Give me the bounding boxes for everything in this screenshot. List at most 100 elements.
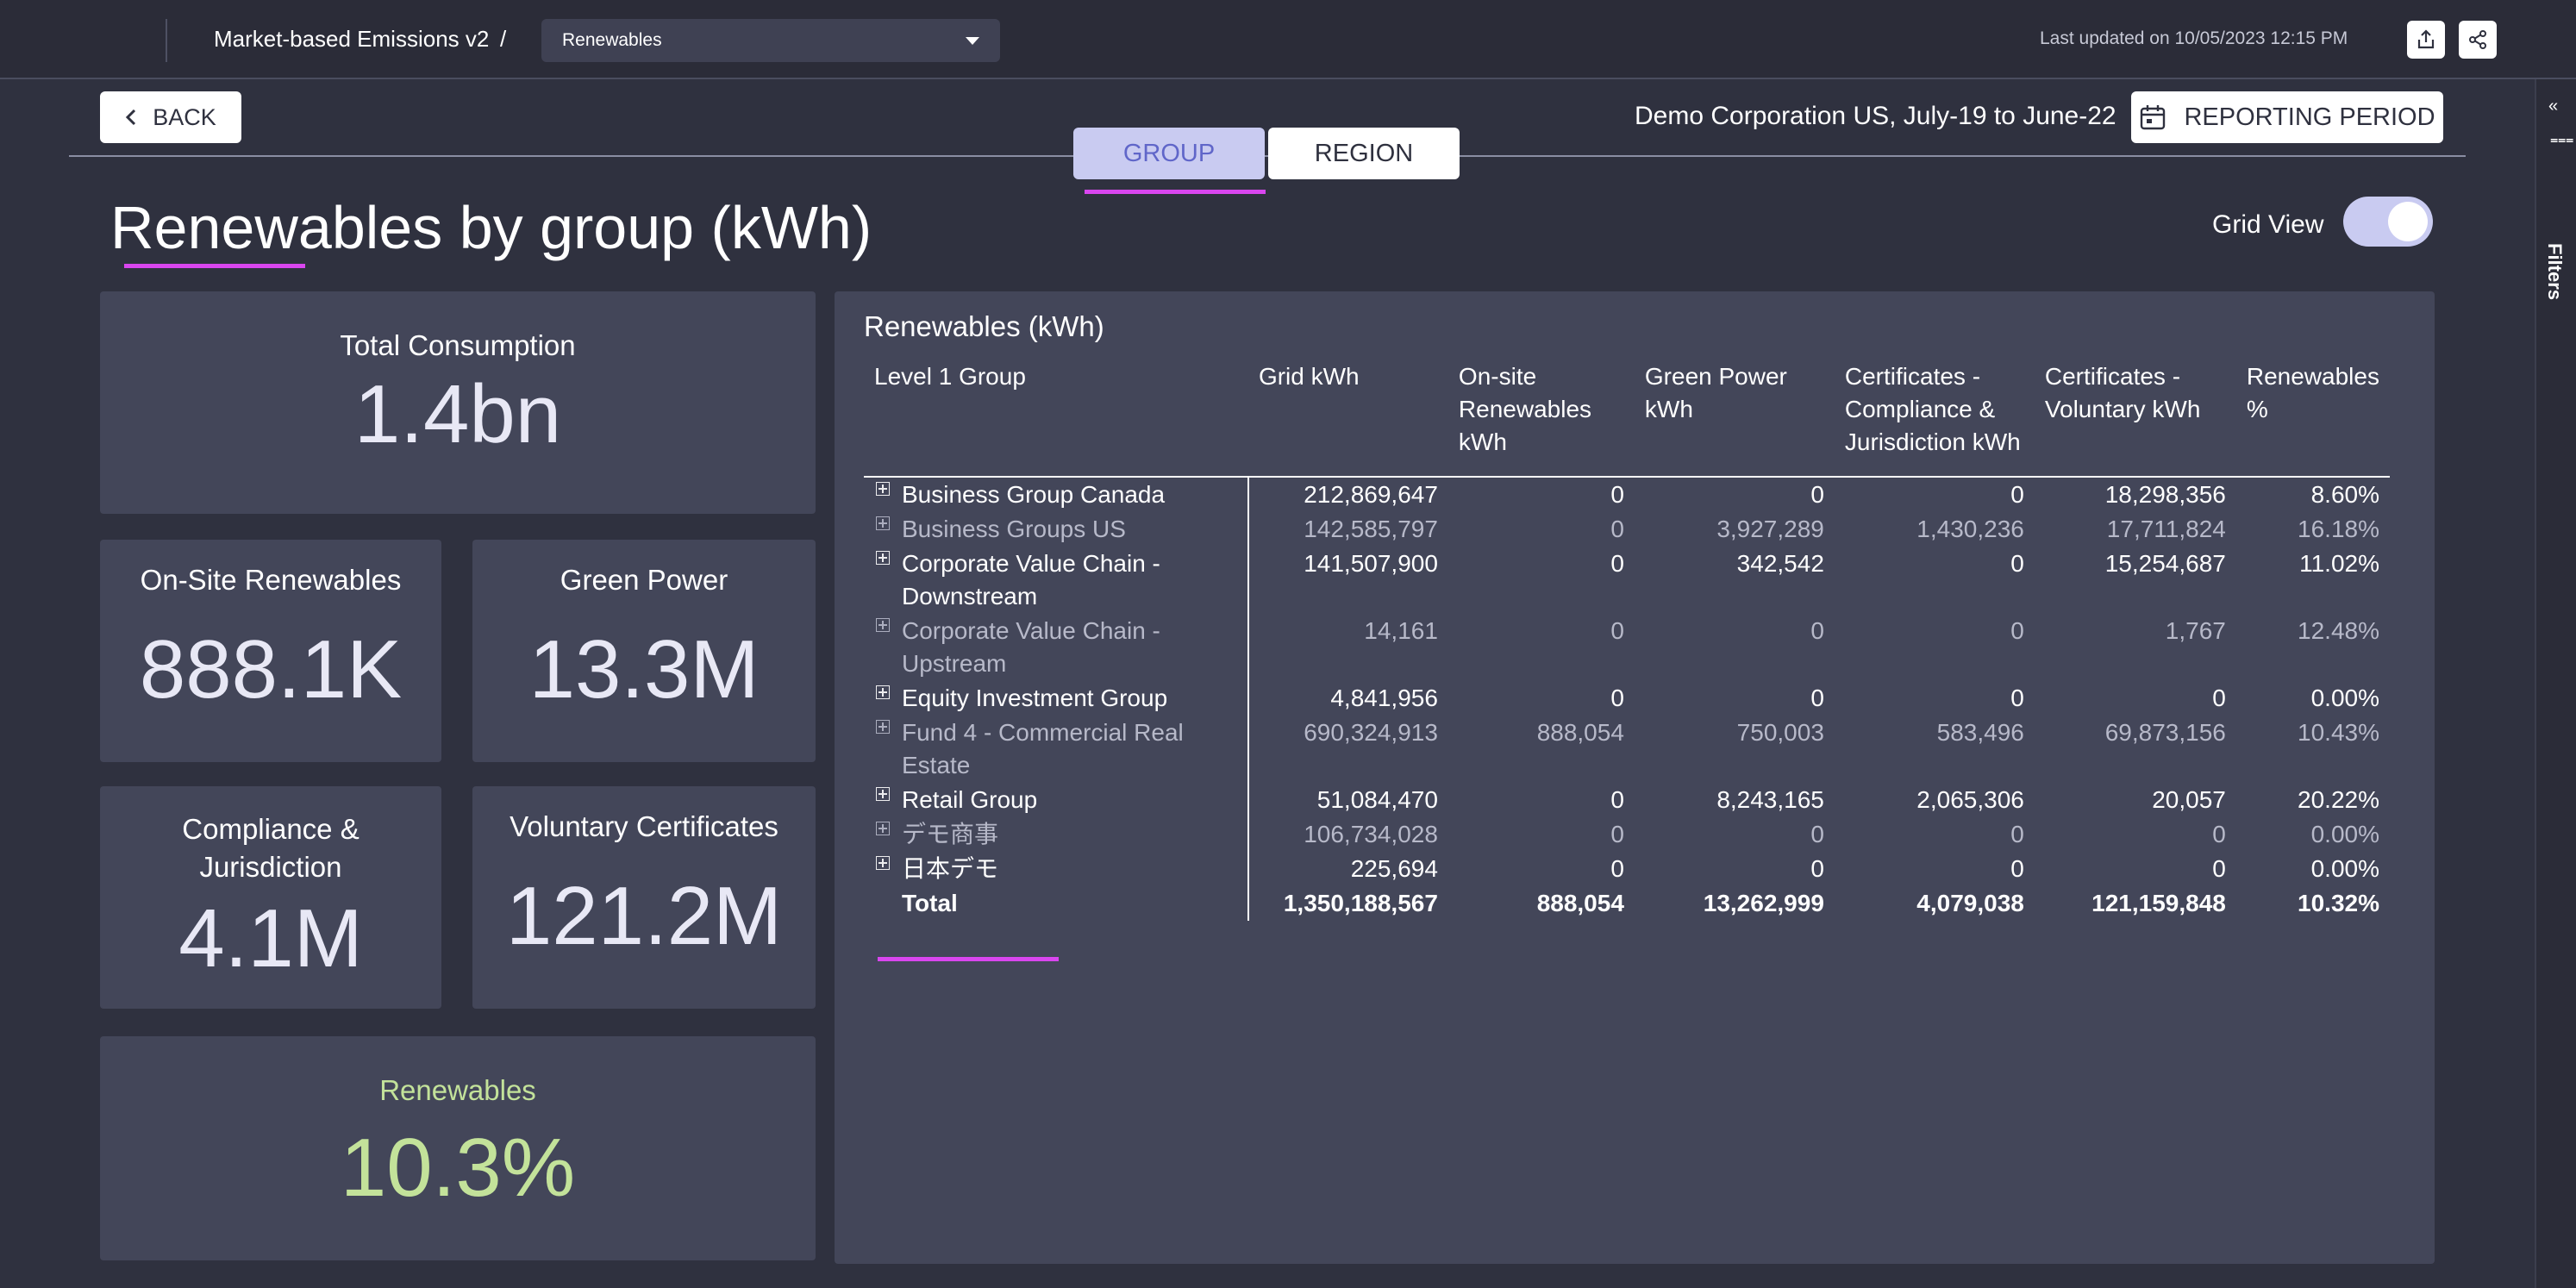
- expand-plus-icon[interactable]: [876, 551, 890, 565]
- expand-plus-icon[interactable]: [876, 787, 890, 801]
- back-label: BACK: [153, 103, 216, 130]
- kpi-value: 10.3%: [340, 1122, 576, 1214]
- cell-voluntary: 15,254,687: [2104, 550, 2226, 577]
- row-group-cell: Fund 4 - Commercial Real Estate: [864, 716, 1249, 783]
- table-row[interactable]: 日本デモ 225,694 0 0 0 0 0.00%: [864, 852, 2390, 886]
- column-header[interactable]: Certificates - Compliance & Jurisdiction…: [1835, 355, 2035, 477]
- expand-plus-icon[interactable]: [876, 720, 890, 734]
- expand-plus-icon[interactable]: [876, 618, 890, 632]
- cell-compliance: 2,065,306: [1916, 786, 2024, 813]
- cell-grid: 142,585,797: [1304, 516, 1438, 542]
- table-row[interactable]: Fund 4 - Commercial Real Estate 690,324,9…: [864, 716, 2390, 783]
- table-header-row: Level 1 Group Grid kWh On-site Renewable…: [864, 355, 2390, 477]
- cell-onsite: 0: [1610, 855, 1624, 882]
- kpi-green-power: Green Power 13.3M: [472, 540, 816, 762]
- group-name: Fund 4 - Commercial Real Estate: [902, 719, 1184, 778]
- kpi-value: 13.3M: [528, 623, 760, 716]
- table-row[interactable]: Business Group Canada 212,869,647 0 0 0 18,29…: [864, 477, 2390, 512]
- cell-voluntary: 69,873,156: [2104, 719, 2226, 746]
- breadcrumb-report-title[interactable]: Market-based Emissions v2: [214, 26, 489, 53]
- tab-group[interactable]: GROUP: [1073, 128, 1265, 179]
- group-name-wrap: デモ商事: [864, 818, 1237, 851]
- cell-pct: 8.60%: [2310, 481, 2379, 508]
- report-select[interactable]: Renewables: [541, 19, 1000, 62]
- total-onsite: 888,054: [1536, 890, 1624, 916]
- cell-grid: 212,869,647: [1304, 481, 1438, 508]
- cell-compliance: 0: [2010, 481, 2024, 508]
- toggle-knob: [2388, 202, 2428, 241]
- cell-green: 750,003: [1736, 719, 1824, 746]
- filters-panel-collapsed[interactable]: « ⩶ Filters: [2535, 79, 2576, 1288]
- table-row[interactable]: Business Groups US 142,585,797 0 3,927,289 1…: [864, 512, 2390, 547]
- expand-plus-icon[interactable]: [876, 822, 890, 835]
- cell-grid: 14,161: [1364, 617, 1438, 644]
- total-label-cell: Total: [864, 886, 1249, 921]
- cell-onsite: 0: [1610, 821, 1624, 847]
- kpi-compliance-jurisdiction: Compliance & Jurisdiction 4.1M: [100, 786, 441, 1009]
- cell-voluntary: 20,057: [2152, 786, 2226, 813]
- kpi-value: 1.4bn: [353, 368, 562, 460]
- group-name: Business Groups US: [902, 516, 1126, 542]
- cell-onsite: 0: [1610, 481, 1624, 508]
- cell-green: 342,542: [1736, 550, 1824, 577]
- expand-plus-icon[interactable]: [876, 482, 890, 496]
- back-button[interactable]: BACK: [100, 91, 241, 143]
- column-header[interactable]: Green Power kWh: [1635, 355, 1835, 477]
- filters-label[interactable]: Filters: [2543, 243, 2566, 300]
- cell-voluntary: 0: [2212, 685, 2226, 711]
- kpi-label: Total Consumption: [340, 329, 576, 361]
- expand-plus-icon[interactable]: [876, 516, 890, 530]
- expand-plus-icon[interactable]: [876, 685, 890, 699]
- column-header[interactable]: On-site Renewables kWh: [1448, 355, 1635, 477]
- double-chevron-left-icon[interactable]: «: [2548, 97, 2558, 116]
- group-name-wrap: Business Groups US: [864, 513, 1237, 546]
- reporting-period-button[interactable]: REPORTING PERIOD: [2131, 91, 2443, 143]
- cell-compliance: 0: [2010, 550, 2024, 577]
- group-name: Retail Group: [902, 786, 1038, 813]
- column-header[interactable]: Renewables %: [2236, 355, 2390, 477]
- table-row[interactable]: Equity Investment Group 4,841,956 0 0 0 0 0.00…: [864, 681, 2390, 716]
- filter-icon: ⩶: [2550, 133, 2574, 147]
- table-row[interactable]: Corporate Value Chain - Upstream 14,161 0 0…: [864, 614, 2390, 681]
- cell-grid: 51,084,470: [1316, 786, 1438, 813]
- cell-onsite: 0: [1610, 685, 1624, 711]
- kpi-voluntary-certificates: Voluntary Certificates 121.2M: [472, 786, 816, 1009]
- cell-pct: 0.00%: [2310, 821, 2379, 847]
- company-period-title: Demo Corporation US, July-19 to June-22: [1635, 102, 2116, 130]
- share-button[interactable]: [2459, 21, 2497, 59]
- column-header[interactable]: Certificates - Voluntary kWh: [2035, 355, 2236, 477]
- group-name-wrap: Fund 4 - Commercial Real Estate: [864, 716, 1237, 782]
- total-voluntary: 121,159,848: [2091, 890, 2226, 916]
- top-bar: Market-based Emissions v2 / Renewables L…: [0, 0, 2576, 79]
- export-button[interactable]: [2407, 21, 2445, 59]
- cell-onsite: 0: [1610, 516, 1624, 542]
- kpi-onsite-renewables: On-Site Renewables 888.1K: [100, 540, 441, 762]
- row-group-cell: 日本デモ: [864, 852, 1249, 886]
- cell-green: 0: [1810, 821, 1824, 847]
- cell-grid: 141,507,900: [1304, 550, 1438, 577]
- upload-icon: [2417, 29, 2435, 49]
- row-group-cell: Corporate Value Chain - Upstream: [864, 614, 1249, 681]
- column-header[interactable]: Level 1 Group: [864, 355, 1248, 477]
- table-row[interactable]: Corporate Value Chain - Downstream 141,50…: [864, 547, 2390, 614]
- table-row[interactable]: Retail Group 51,084,470 0 8,243,165 2,065,30…: [864, 783, 2390, 817]
- total-pct: 10.32%: [2298, 890, 2379, 916]
- cell-green: 3,927,289: [1716, 516, 1824, 542]
- group-name: Corporate Value Chain - Downstream: [902, 550, 1160, 610]
- cell-onsite: 0: [1610, 617, 1624, 644]
- expand-plus-icon[interactable]: [876, 856, 890, 870]
- group-name: 日本デモ: [902, 855, 999, 882]
- tab-region[interactable]: REGION: [1268, 128, 1460, 179]
- grid-view-toggle[interactable]: [2343, 197, 2433, 247]
- cell-voluntary: 17,711,824: [2106, 516, 2226, 542]
- total-green: 13,262,999: [1703, 890, 1824, 916]
- kpi-label: Voluntary Certificates: [510, 810, 778, 842]
- column-header[interactable]: Grid kWh: [1248, 355, 1448, 477]
- header-divider: [69, 155, 2466, 157]
- group-name-wrap: Corporate Value Chain - Downstream: [864, 547, 1237, 613]
- table-row[interactable]: デモ商事 106,734,028 0 0 0 0 0.00%: [864, 817, 2390, 852]
- cell-onsite: 0: [1610, 786, 1624, 813]
- renewables-table-panel: Renewables (kWh) Level 1 Group Grid kWh …: [835, 291, 2435, 1264]
- cell-compliance: 0: [2010, 685, 2024, 711]
- cell-voluntary: 0: [2212, 821, 2226, 847]
